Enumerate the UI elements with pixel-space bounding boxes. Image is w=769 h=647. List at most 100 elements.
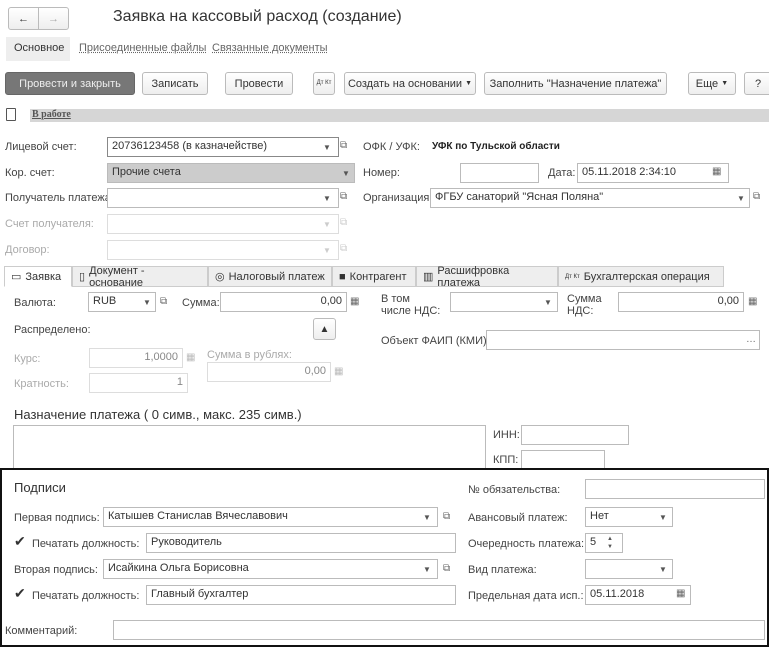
- fill-purpose-button[interactable]: Заполнить "Назначение платежа": [484, 72, 667, 95]
- chevron-down-icon[interactable]: ▼: [656, 560, 670, 578]
- date-field[interactable]: 05.11.2018 2:34:10: [577, 163, 729, 183]
- tab-request-label: Заявка: [25, 270, 62, 283]
- chevron-down-icon: ▼: [323, 245, 331, 255]
- obligation-field[interactable]: [585, 479, 765, 499]
- open-icon[interactable]: ⧉: [340, 140, 347, 151]
- open-icon: ⧉: [340, 243, 348, 254]
- comment-field[interactable]: [113, 620, 765, 640]
- create-based-label: Создать на основании: [347, 77, 463, 90]
- open-icon: ⧉: [340, 217, 348, 228]
- chevron-down-icon[interactable]: ▼: [420, 508, 434, 526]
- advance-label: Авансовый платеж:: [468, 512, 568, 524]
- chevron-down-icon: ▼: [323, 219, 331, 229]
- calendar-icon[interactable]: ▦: [676, 588, 685, 599]
- distributed-label: Распределено:: [14, 324, 91, 336]
- second-signature-label: Вторая подпись:: [14, 564, 98, 576]
- recipient-account-label: Счет получателя:: [5, 218, 94, 230]
- chevron-down-icon[interactable]: ▼: [734, 189, 748, 207]
- post-button[interactable]: Провести: [225, 72, 293, 95]
- number-label: Номер:: [363, 167, 400, 179]
- status-link[interactable]: В работе: [32, 109, 71, 120]
- chevron-down-icon[interactable]: ▼: [140, 293, 154, 311]
- print-position-checkbox-1[interactable]: ✔: [14, 533, 26, 550]
- number-field[interactable]: [460, 163, 539, 183]
- recipient-account-field: [107, 214, 339, 234]
- first-position-field[interactable]: Руководитель: [146, 533, 456, 553]
- post-close-button[interactable]: Провести и закрыть: [5, 72, 135, 95]
- vat-sum-field[interactable]: 0,00: [618, 292, 744, 312]
- tab-related-docs[interactable]: Связанные документы: [212, 42, 328, 54]
- calculator-icon: ▦: [334, 366, 344, 377]
- first-signature-field[interactable]: Катышев Станислав Вячеславович: [103, 507, 438, 527]
- open-icon[interactable]: ⧉: [160, 296, 167, 307]
- print-position-label: Печатать должность:: [32, 590, 140, 602]
- multiplicity-label: Кратность:: [14, 378, 69, 390]
- rate-label: Курс:: [14, 353, 41, 365]
- tab-label: Контрагент: [349, 270, 407, 283]
- distribute-up-button[interactable]: ▲: [313, 318, 336, 340]
- second-signature-field[interactable]: Исайкина Ольга Борисовна: [103, 559, 438, 579]
- ellipsis-icon[interactable]: …: [746, 334, 756, 345]
- tab-attached-files[interactable]: Присоединенные файлы: [79, 42, 206, 54]
- status-icon: [6, 108, 16, 121]
- save-button[interactable]: Записать: [142, 72, 208, 95]
- second-position-field[interactable]: Главный бухгалтер: [146, 585, 456, 605]
- faip-label: Объект ФАИП (КМИ):: [381, 335, 490, 347]
- account-field[interactable]: 20736123458 (в казначействе): [107, 137, 339, 157]
- chevron-down-icon[interactable]: ▼: [656, 508, 670, 526]
- tab-main[interactable]: Основное: [6, 37, 70, 61]
- comment-label: Комментарий:: [5, 625, 78, 637]
- chevron-down-icon[interactable]: ▼: [320, 138, 334, 156]
- tab-label: Расшифровка платежа: [437, 264, 510, 289]
- kpp-field[interactable]: [521, 450, 605, 470]
- create-based-button[interactable]: Создать на основании ▼: [344, 72, 476, 95]
- open-icon[interactable]: ⧉: [443, 563, 450, 574]
- date-label: Дата:: [548, 167, 576, 179]
- dtkt-button[interactable]: Дт Кт: [313, 72, 335, 95]
- tab-counterparty[interactable]: ■ Контрагент: [332, 266, 416, 287]
- tab-label: Налоговый платеж: [228, 270, 325, 283]
- help-button[interactable]: ?: [744, 72, 769, 95]
- recipient-field[interactable]: [107, 188, 339, 208]
- kpp-label: КПП:: [493, 454, 519, 466]
- tab-tax-payment[interactable]: ◎ Налоговый платеж: [208, 266, 332, 287]
- deadline-label: Предельная дата исп.:: [468, 590, 584, 602]
- priority-label: Очередность платежа:: [468, 538, 585, 550]
- chevron-down-icon[interactable]: ▼: [420, 560, 434, 578]
- coin-icon: ◎: [215, 271, 225, 283]
- tab-label: Документ - основание: [89, 264, 145, 289]
- calculator-icon[interactable]: ▦: [748, 296, 757, 307]
- open-icon[interactable]: ⧉: [443, 511, 450, 522]
- chevron-down-icon[interactable]: ▼: [541, 293, 555, 311]
- contract-label: Договор:: [5, 244, 50, 256]
- corr-field[interactable]: Прочие счета: [107, 163, 355, 183]
- inn-field[interactable]: [521, 425, 629, 445]
- more-button[interactable]: Еще ▼: [688, 72, 736, 95]
- calendar-icon[interactable]: ▦: [712, 166, 721, 177]
- vat-incl-label: В том числе НДС:: [381, 293, 441, 317]
- print-position-checkbox-2[interactable]: ✔: [14, 585, 26, 602]
- open-icon[interactable]: ⧉: [340, 191, 347, 202]
- org-field[interactable]: ФГБУ санаторий "Ясная Поляна": [430, 188, 750, 208]
- dtkt-icon: Дт Кт: [565, 273, 580, 280]
- rub-sum-field: 0,00: [207, 362, 331, 382]
- back-button[interactable]: ←: [8, 7, 39, 30]
- account-label: Лицевой счет:: [5, 141, 77, 153]
- tab-request[interactable]: ▭ Заявка: [4, 266, 72, 287]
- corr-label: Кор. счет:: [5, 167, 55, 179]
- chevron-down-icon[interactable]: ▼: [320, 189, 334, 207]
- open-icon[interactable]: ⧉: [753, 191, 760, 202]
- tab-base-document[interactable]: ▯ Документ - основание: [72, 264, 208, 289]
- tab-accounting[interactable]: Дт Кт Бухгалтерская операция: [558, 266, 724, 287]
- forward-button[interactable]: →: [38, 7, 69, 30]
- ofk-label: ОФК / УФК:: [363, 141, 420, 153]
- chevron-down-icon[interactable]: ▼: [339, 164, 353, 182]
- priority-stepper[interactable]: ▲ ▼: [607, 535, 613, 551]
- faip-field[interactable]: [486, 330, 760, 350]
- tab-payment-breakdown[interactable]: ▥ Расшифровка платежа: [416, 264, 558, 289]
- vat-sum-label: Сумма НДС:: [567, 293, 602, 317]
- sum-field[interactable]: 0,00: [220, 292, 347, 312]
- calculator-icon[interactable]: ▦: [350, 296, 359, 307]
- document-icon: ▯: [79, 271, 86, 283]
- priority-field[interactable]: 5: [585, 533, 623, 553]
